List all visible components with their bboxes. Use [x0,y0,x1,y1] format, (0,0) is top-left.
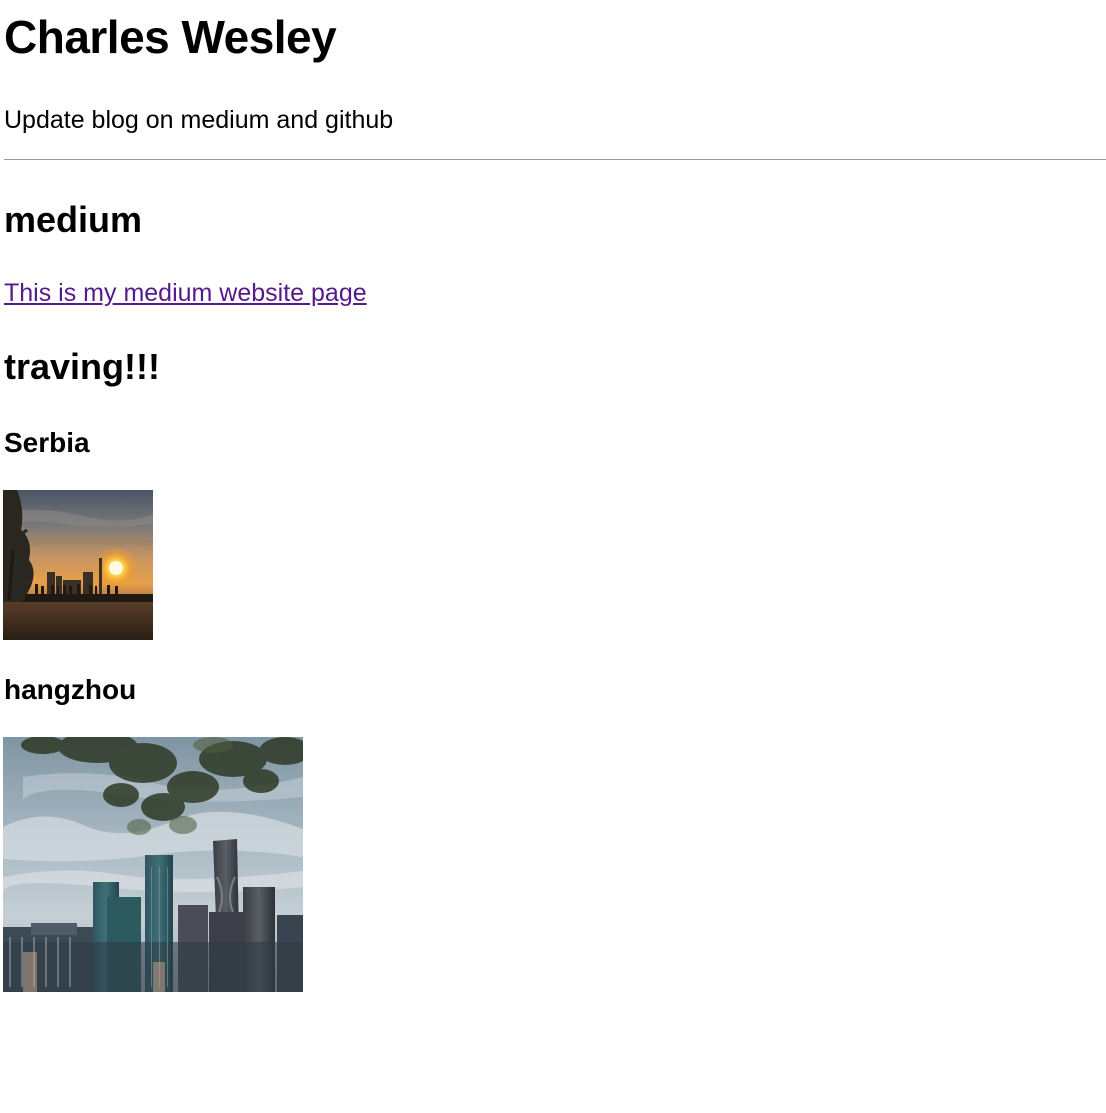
page: Charles Wesley Update blog on medium and… [0,0,1106,1113]
hangzhou-skyline-photo [3,737,303,992]
medium-heading: medium [4,199,143,240]
serbia-sunset-photo [3,490,153,640]
hangzhou-heading: hangzhou [4,674,137,705]
serbia-heading: Serbia [4,427,90,458]
travel-heading: traving!!! [4,346,160,387]
site-tagline: Update blog on medium and github [4,106,394,134]
site-title: Charles Wesley [4,11,337,63]
medium-link[interactable]: This is my medium website page [4,277,367,309]
header-divider [4,159,1106,160]
